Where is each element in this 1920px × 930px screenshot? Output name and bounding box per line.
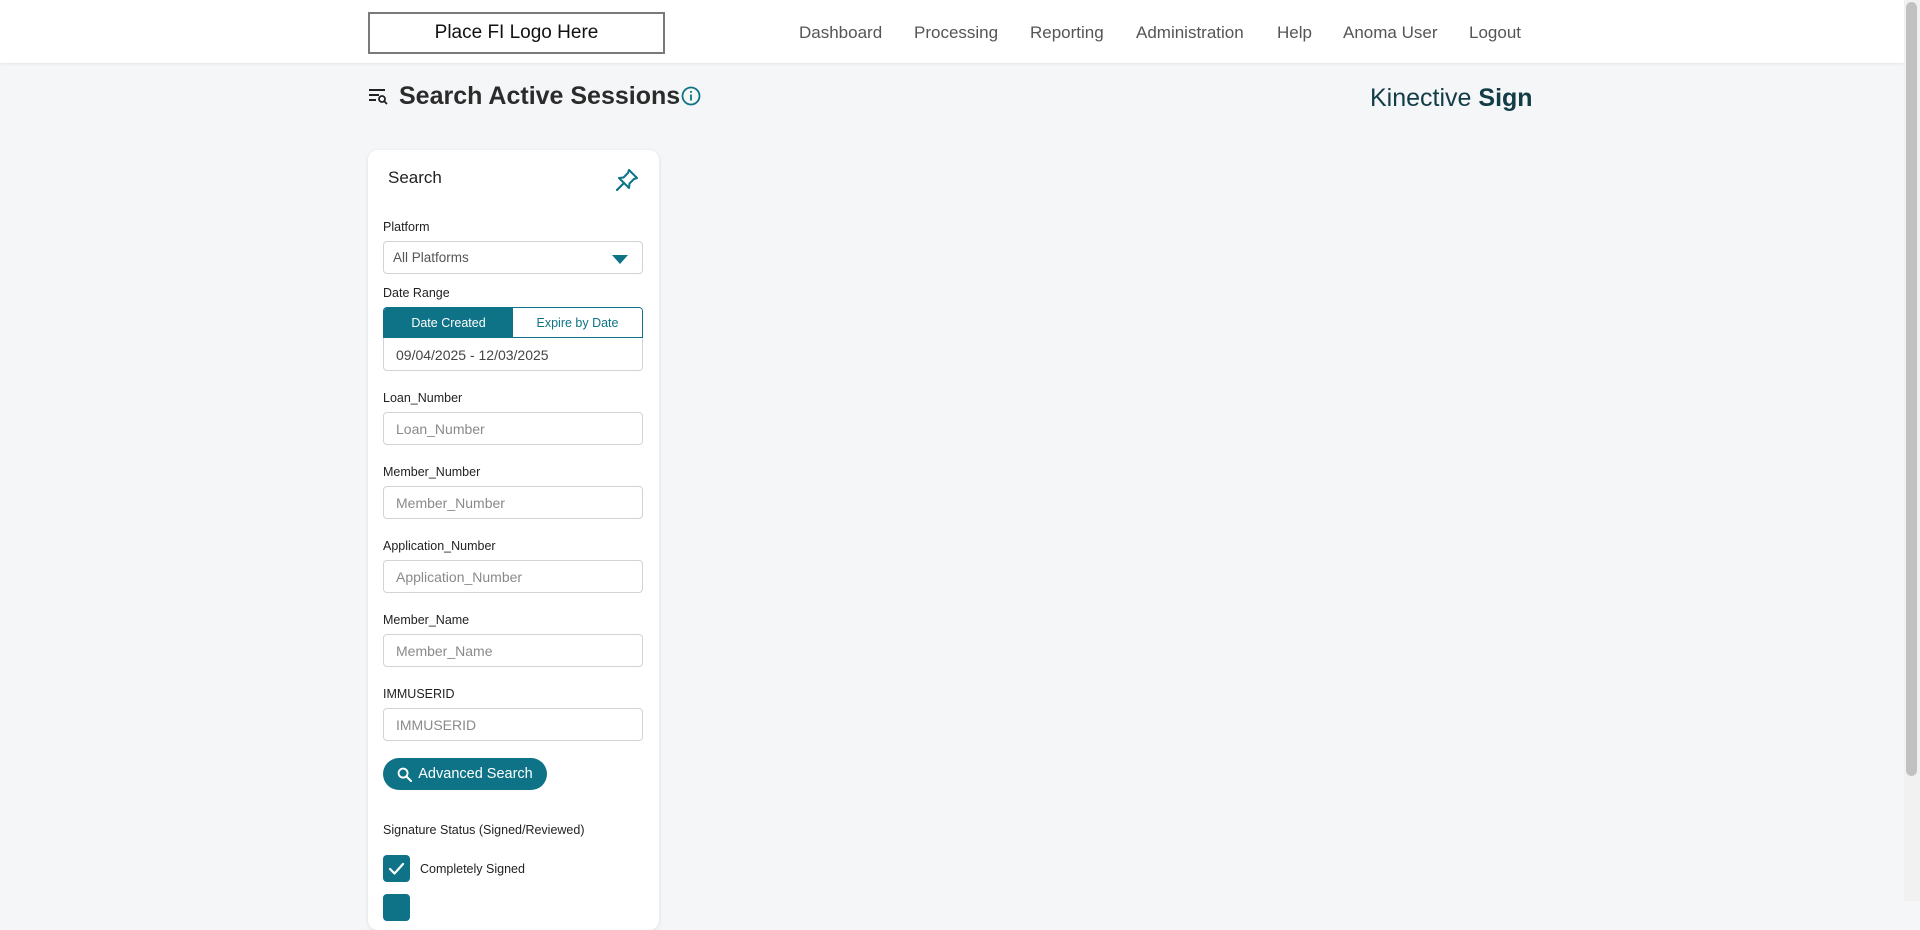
immuserid-label: IMMUSERID xyxy=(383,687,455,701)
expire-by-date-option[interactable]: Expire by Date xyxy=(513,308,642,337)
search-list-icon xyxy=(369,89,388,105)
search-icon xyxy=(397,767,413,782)
info-icon[interactable] xyxy=(681,86,701,106)
brand-light-text: Kinective xyxy=(1370,84,1472,112)
date-created-option[interactable]: Date Created xyxy=(384,308,513,337)
member-number-input[interactable] xyxy=(384,487,642,518)
date-range-value: 09/04/2025 - 12/03/2025 xyxy=(396,347,549,363)
second-status-checkbox[interactable] xyxy=(383,894,410,921)
nav-logout[interactable]: Logout xyxy=(1469,23,1521,43)
platform-label: Platform xyxy=(383,220,430,234)
application-number-field xyxy=(383,560,643,593)
top-navbar: Place FI Logo Here Dashboard Processing … xyxy=(0,0,1904,63)
completely-signed-label: Completely Signed xyxy=(420,862,525,876)
loan-number-label: Loan_Number xyxy=(383,391,463,405)
date-range-toggle: Date Created Expire by Date xyxy=(383,307,643,338)
brand-bold-text: Sign xyxy=(1478,84,1533,112)
nav-help[interactable]: Help xyxy=(1277,23,1312,43)
nav-reporting[interactable]: Reporting xyxy=(1030,23,1104,43)
date-range-input[interactable]: 09/04/2025 - 12/03/2025 xyxy=(383,338,643,371)
checkmark-icon xyxy=(388,862,405,875)
nav-dashboard[interactable]: Dashboard xyxy=(799,23,882,43)
immuserid-field xyxy=(383,708,643,741)
platform-select[interactable]: All Platforms xyxy=(383,241,643,274)
page-scrollbar[interactable] xyxy=(1904,0,1920,901)
pin-icon[interactable] xyxy=(614,167,640,193)
member-name-input[interactable] xyxy=(384,635,642,666)
loan-number-field xyxy=(383,412,643,445)
nav-administration[interactable]: Administration xyxy=(1136,23,1244,43)
search-panel-title: Search xyxy=(388,168,442,187)
application-number-label: Application_Number xyxy=(383,539,496,553)
member-name-label: Member_Name xyxy=(383,613,470,627)
application-number-input[interactable] xyxy=(384,561,642,592)
date-range-label: Date Range xyxy=(383,286,450,300)
immuserid-input[interactable] xyxy=(384,709,642,740)
kinective-sign-brand: Kinective Sign xyxy=(1370,84,1533,113)
advanced-search-button[interactable]: Advanced Search xyxy=(383,758,547,790)
signature-status-label: Signature Status (Signed/Reviewed) xyxy=(383,823,585,837)
nav-user[interactable]: Anoma User xyxy=(1343,23,1437,43)
search-panel: Search Platform All Platforms Date Range… xyxy=(368,150,659,930)
member-number-label: Member_Number xyxy=(383,465,481,479)
fi-logo-placeholder[interactable]: Place FI Logo Here xyxy=(368,12,665,54)
completely-signed-checkbox[interactable] xyxy=(383,855,410,882)
platform-selected-value: All Platforms xyxy=(393,250,469,265)
advanced-search-label: Advanced Search xyxy=(418,766,533,782)
nav-processing[interactable]: Processing xyxy=(914,23,998,43)
member-number-field xyxy=(383,486,643,519)
scrollbar-thumb[interactable] xyxy=(1906,2,1917,776)
member-name-field xyxy=(383,634,643,667)
page-title: Search Active Sessions xyxy=(399,82,681,110)
loan-number-input[interactable] xyxy=(384,413,642,444)
chevron-down-icon xyxy=(612,255,628,264)
